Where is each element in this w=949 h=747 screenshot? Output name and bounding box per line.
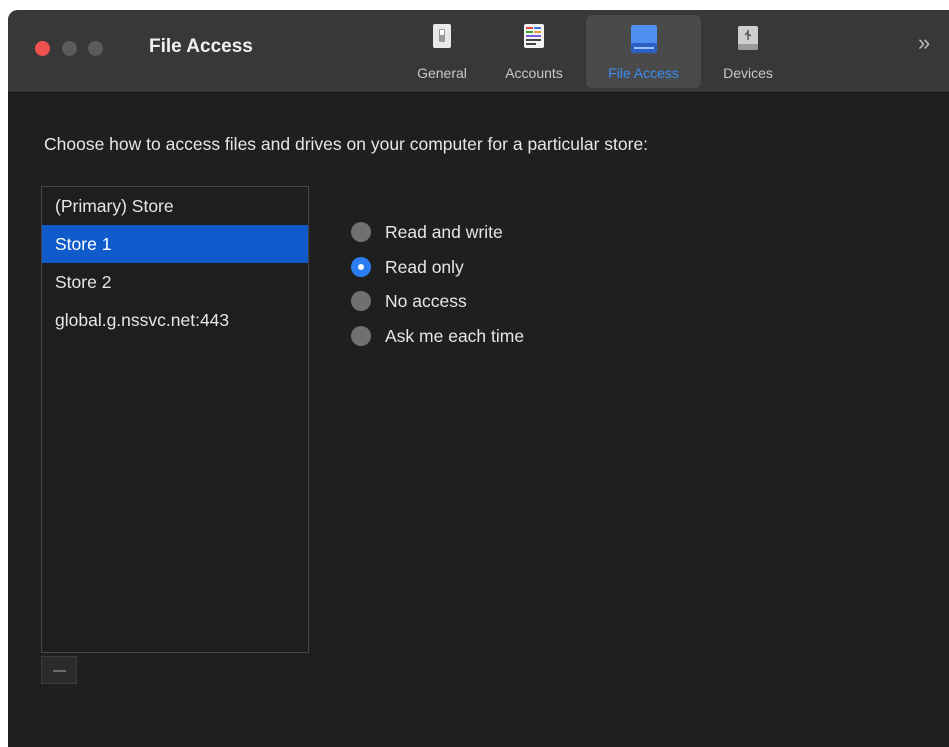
zoom-window-button[interactable] bbox=[88, 41, 103, 56]
store-list[interactable]: (Primary) Store Store 1 Store 2 global.g… bbox=[41, 186, 309, 653]
minimize-window-button[interactable] bbox=[62, 41, 77, 56]
toolbar-devices[interactable]: Devices bbox=[708, 15, 788, 88]
radio-read-write[interactable] bbox=[351, 222, 371, 242]
option-label: Ask me each time bbox=[385, 326, 525, 346]
toolbar-file-access[interactable]: File Access bbox=[586, 15, 701, 88]
close-window-button[interactable] bbox=[35, 41, 50, 56]
radio-read-only[interactable] bbox=[351, 257, 371, 277]
option-label: No access bbox=[385, 291, 467, 311]
store-item-primary[interactable]: (Primary) Store bbox=[42, 187, 308, 225]
store-item-store-1[interactable]: Store 1 bbox=[42, 225, 308, 263]
toolbar-general[interactable]: General bbox=[406, 15, 478, 88]
general-switch-icon bbox=[432, 23, 452, 52]
remove-store-button[interactable] bbox=[41, 656, 77, 684]
radio-ask-each-time[interactable] bbox=[351, 326, 371, 346]
radio-no-access[interactable] bbox=[351, 291, 371, 311]
instruction-text: Choose how to access files and drives on… bbox=[44, 134, 649, 154]
store-item-global[interactable]: global.g.nssvc.net:443 bbox=[42, 301, 308, 339]
store-item-store-2[interactable]: Store 2 bbox=[42, 263, 308, 301]
minus-icon bbox=[53, 670, 66, 672]
toolbar-overflow-button[interactable]: » bbox=[918, 30, 930, 56]
hard-drive-icon bbox=[627, 23, 661, 60]
option-label: Read and write bbox=[385, 222, 503, 242]
usb-drive-icon bbox=[736, 23, 760, 56]
title-bar: File Access General Accounts File Access… bbox=[8, 10, 949, 93]
option-label: Read only bbox=[385, 257, 464, 277]
toolbar-accounts[interactable]: Accounts bbox=[492, 15, 576, 88]
accounts-icon bbox=[521, 23, 547, 54]
file-access-pane: Choose how to access files and drives on… bbox=[8, 93, 949, 747]
preferences-window: File Access General Accounts File Access… bbox=[8, 10, 949, 747]
window-title: File Access bbox=[149, 36, 253, 57]
